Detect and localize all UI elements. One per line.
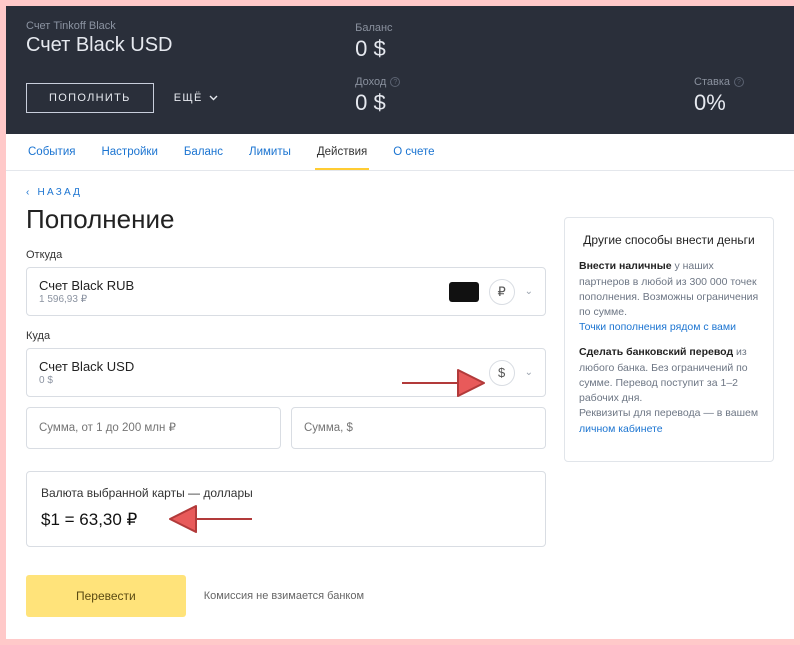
to-account-balance: 0 $ xyxy=(39,375,479,386)
other-methods-panel: Другие способы внести деньги Внести нали… xyxy=(564,217,774,462)
rate-value: 0% xyxy=(694,90,744,116)
help-icon[interactable]: ? xyxy=(734,77,744,87)
topup-button[interactable]: ПОПОЛНИТЬ xyxy=(26,83,154,113)
transfer-button[interactable]: Перевести xyxy=(26,575,186,617)
tabs: События Настройки Баланс Лимиты Действия О сч… xyxy=(6,134,794,171)
to-label: Куда xyxy=(26,330,546,342)
tab-1[interactable]: Настройки xyxy=(99,134,159,170)
from-account-balance: 1 596,93 ₽ xyxy=(39,294,439,305)
more-button[interactable]: ЕЩЁ xyxy=(166,83,226,113)
account-title: Счет Black USD xyxy=(26,34,355,57)
tab-2[interactable]: Баланс xyxy=(182,134,225,170)
exchange-rate-label: Валюта выбранной карты — доллары xyxy=(41,486,531,500)
chevron-left-icon: ‹ xyxy=(26,187,32,198)
chevron-down-icon: ⌄ xyxy=(525,367,533,378)
income-label: Доход xyxy=(355,76,386,88)
page-title: Пополнение xyxy=(26,204,546,235)
to-account-name: Счет Black USD xyxy=(39,359,479,374)
account-header: Счет Tinkoff Black Счет Black USD ПОПОЛН… xyxy=(6,6,794,134)
balance-value: 0 $ xyxy=(355,36,400,62)
from-label: Откуда xyxy=(26,249,546,261)
chevron-down-icon: ⌄ xyxy=(525,286,533,297)
exchange-rate-value: $1 = 63,30 ₽ xyxy=(41,510,531,530)
balance-label: Баланс xyxy=(355,22,392,34)
tab-3[interactable]: Лимиты xyxy=(247,134,293,170)
cash-points-link[interactable]: Точки пополнения рядом с вами xyxy=(579,321,736,333)
fee-note: Комиссия не взимается банком xyxy=(204,590,364,602)
currency-chip: $ xyxy=(489,360,515,386)
exchange-rate-box: Валюта выбранной карты — доллары $1 = 63… xyxy=(26,471,546,547)
back-link[interactable]: ‹ НАЗАД xyxy=(26,187,546,198)
chevron-down-icon xyxy=(209,95,218,101)
cash-deposit-bold: Внести наличные xyxy=(579,260,672,272)
side-title: Другие способы внести деньги xyxy=(579,232,759,249)
tab-4[interactable]: Действия xyxy=(315,134,369,170)
account-subtitle: Счет Tinkoff Black xyxy=(26,20,355,32)
from-account-name: Счет Black RUB xyxy=(39,278,439,293)
more-button-label: ЕЩЁ xyxy=(174,92,203,104)
to-account-select[interactable]: Счет Black USD 0 $ $ ⌄ xyxy=(26,348,546,397)
card-thumbnail-icon xyxy=(449,282,479,302)
amount-rub-input[interactable] xyxy=(26,407,281,449)
amount-usd-input[interactable] xyxy=(291,407,546,449)
currency-chip: ₽ xyxy=(489,279,515,305)
tab-5[interactable]: О счете xyxy=(391,134,436,170)
tab-0[interactable]: События xyxy=(26,134,77,170)
wire-link[interactable]: личном кабинете xyxy=(579,423,663,435)
help-icon[interactable]: ? xyxy=(390,77,400,87)
wire-text2: Реквизиты для перевода — в вашем xyxy=(579,407,758,419)
rate-label: Ставка xyxy=(694,76,730,88)
income-value: 0 $ xyxy=(355,90,400,116)
back-label: НАЗАД xyxy=(38,187,83,198)
from-account-select[interactable]: Счет Black RUB 1 596,93 ₽ ₽ ⌄ xyxy=(26,267,546,316)
wire-bold: Сделать банковский перевод xyxy=(579,346,733,358)
